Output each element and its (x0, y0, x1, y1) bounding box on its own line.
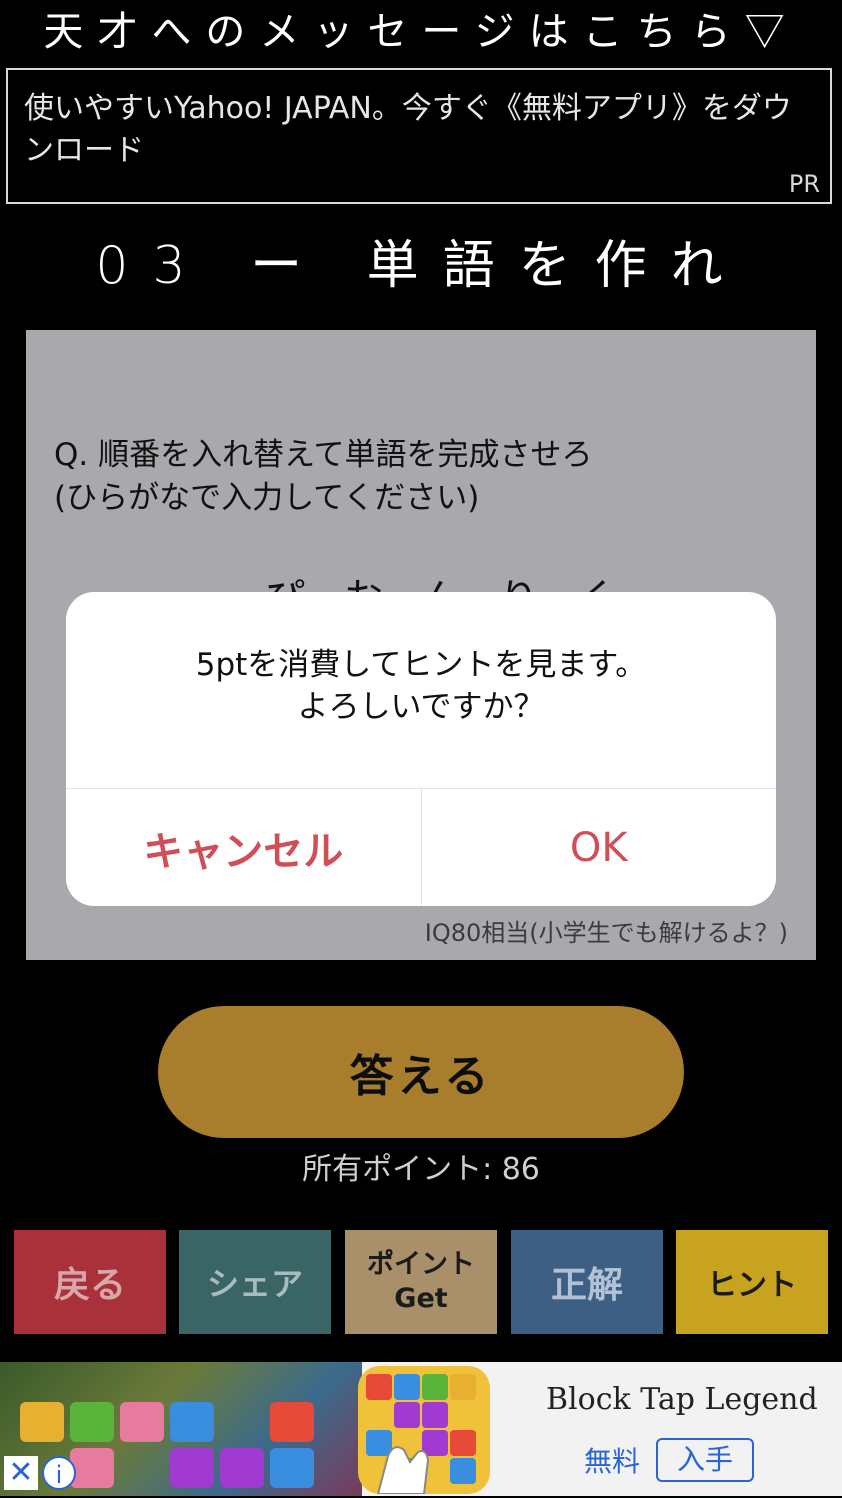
difficulty-label: IQ80相当(小学生でも解けるよ？) (424, 919, 788, 947)
dialog-actions: キャンセル OK (66, 788, 776, 906)
hint-confirm-dialog: 5ptを消費してヒントを見ます。 よろしいですか？ キャンセル OK (66, 592, 776, 906)
back-button[interactable]: 戻る (14, 1230, 166, 1334)
hint-button[interactable]: ヒント (676, 1230, 828, 1334)
show-answer-button[interactable]: 正解 (511, 1230, 663, 1334)
info-icon[interactable]: i (42, 1456, 76, 1490)
app-icon (358, 1366, 490, 1495)
bottom-ad-banner[interactable]: Block Tap Legend 無料 入手 ✕ i (0, 1362, 842, 1496)
top-ad-banner[interactable]: 使いやすいYahoo! JAPAN。今すぐ《無料アプリ》をダウンロード PR (6, 68, 832, 204)
question-line-2: (ひらがなで入力してください) (54, 480, 480, 516)
close-icon[interactable]: ✕ (4, 1456, 38, 1490)
stage-title: 03 ー 単語を作れ (95, 236, 747, 296)
ad-get-button[interactable]: 入手 (656, 1438, 754, 1482)
ok-button[interactable]: OK (422, 789, 777, 906)
cancel-button[interactable]: キャンセル (66, 789, 422, 906)
ad-app-name: Block Tap Legend (546, 1382, 818, 1417)
question-text: Q. 順番を入れ替えて単語を完成させろ (ひらがなで入力してください) (54, 434, 794, 520)
puzzle-blocks-icon (366, 1374, 476, 1495)
get-points-button[interactable]: ポイント Get (345, 1230, 497, 1334)
ad-block-graphic (170, 1402, 214, 1442)
ad-block-graphic (20, 1402, 64, 1442)
answer-button[interactable]: 答える (158, 1006, 684, 1138)
ad-block-graphic (270, 1448, 314, 1488)
question-line-1: Q. 順番を入れ替えて単語を完成させろ (54, 437, 593, 473)
pr-badge: PR (788, 170, 820, 198)
ad-free-label: 無料 (584, 1445, 641, 1478)
ad-block-graphic (170, 1448, 214, 1488)
ad-block-graphic (70, 1402, 114, 1442)
ad-block-graphic (70, 1448, 114, 1488)
ad-text: 使いやすいYahoo! JAPAN。今すぐ《無料アプリ》をダウンロード (24, 91, 792, 168)
bottom-toolbar: 戻る シェア ポイント Get 正解 ヒント (14, 1230, 828, 1334)
share-button[interactable]: シェア (179, 1230, 331, 1334)
message-banner-link[interactable]: 天才へのメッセージはこちら▽ (0, 0, 842, 64)
points-balance: 所有ポイント: 86 (302, 1152, 540, 1187)
dialog-message-line-1: 5ptを消費してヒントを見ます。 (195, 647, 647, 683)
dialog-message: 5ptを消費してヒントを見ます。 よろしいですか？ (66, 644, 776, 728)
dialog-message-line-2: よろしいですか？ (297, 689, 545, 725)
ad-block-graphic (270, 1402, 314, 1442)
get-points-label-1: ポイント (367, 1249, 475, 1280)
ad-block-graphic (220, 1448, 264, 1488)
ad-block-graphic (120, 1402, 164, 1442)
get-points-label-2: Get (394, 1283, 448, 1314)
